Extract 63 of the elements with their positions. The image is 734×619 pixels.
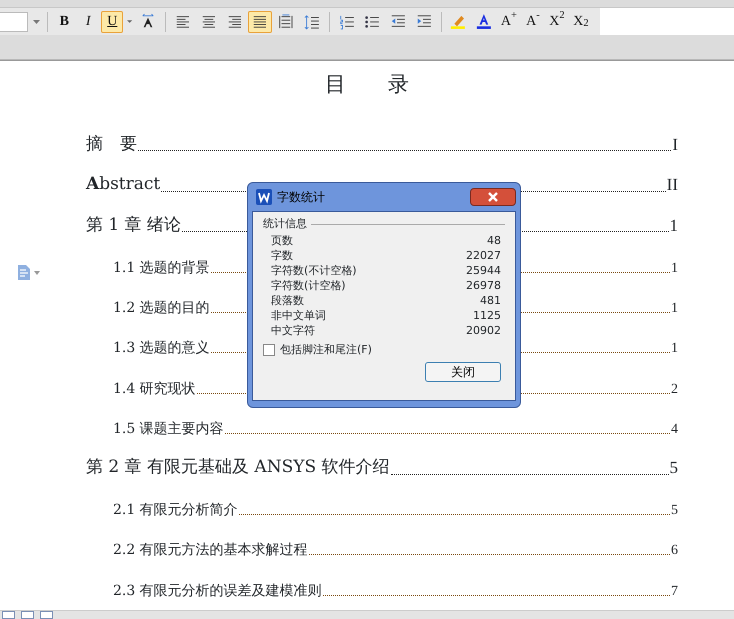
view-icon[interactable]	[40, 611, 53, 619]
format-button[interactable]: U	[101, 10, 124, 32]
page-number: 1	[670, 214, 678, 237]
toc-title: 目 录	[325, 72, 409, 96]
dialog-title: 字数统计	[277, 189, 325, 206]
toc-entry[interactable]: 1.4 研究现状	[113, 378, 196, 400]
format-button[interactable]: X$_{2}$	[570, 10, 592, 32]
stat-label: 段落数	[271, 292, 304, 308]
stat-value: 20902	[466, 322, 501, 338]
toc-entry[interactable]: 1.2 选题的目的	[113, 298, 210, 319]
stat-label: 非中文单词	[271, 308, 326, 322]
page-number: 2	[671, 380, 678, 399]
stat-value: 48	[487, 232, 501, 248]
justify-button[interactable]	[248, 10, 272, 32]
view-icon[interactable]	[21, 611, 34, 619]
toc-entry[interactable]: Abstract	[86, 172, 160, 198]
stat-value: 22027	[466, 248, 501, 262]
stat-value: 26978	[466, 278, 501, 292]
stat-value: 25944	[466, 262, 501, 278]
checkbox-label: 包括脚注和尾注(F)	[280, 342, 372, 358]
format-button[interactable]: A$^{-}$	[522, 10, 544, 32]
toc-entry[interactable]: 1.1 选题的背景	[113, 258, 210, 279]
caret-icon	[127, 20, 133, 23]
page-number: 1	[671, 260, 678, 278]
close-dialog-button[interactable]: 关闭	[425, 362, 501, 382]
toc-entry[interactable]: 1.5 课题主要内容	[113, 419, 224, 440]
toc-entry[interactable]: 2.1 有限元分析简介	[113, 500, 238, 521]
view-icon[interactable]	[2, 611, 15, 619]
format-button[interactable]: X$^{2}$	[546, 10, 568, 32]
app-logo-icon	[256, 189, 272, 205]
stat-label: 中文字符	[271, 322, 315, 338]
page-number: 6	[671, 542, 678, 560]
caret-icon[interactable]	[34, 270, 40, 274]
page-number: 1	[671, 340, 678, 358]
font-color-icon	[476, 12, 492, 31]
close-icon	[488, 192, 498, 202]
toc-entry[interactable]: 第 1 章 绪论	[86, 212, 182, 238]
page-number: 7	[671, 582, 678, 601]
page-number: 4	[671, 421, 678, 440]
toc-entry[interactable]: 摘 要	[86, 132, 137, 158]
page-number: 1	[671, 300, 678, 318]
format-button[interactable]: I	[77, 10, 100, 32]
stat-label: 页数	[271, 232, 293, 248]
distribute-icon	[278, 12, 294, 31]
toc-entry[interactable]: 2.2 有限元方法的基本求解过程	[113, 540, 308, 562]
stat-value: 1125	[473, 308, 501, 322]
page-number: I	[672, 134, 678, 156]
format-button[interactable]: A$^{+}$	[498, 10, 520, 32]
toc-entry[interactable]: 1.3 选题的意义	[113, 338, 210, 360]
stat-value: 481	[480, 292, 501, 308]
page-number: 5	[670, 457, 678, 480]
page-number: II	[666, 174, 678, 196]
group-label: 统计信息	[263, 216, 307, 232]
checkbox[interactable]	[263, 344, 275, 356]
page-number: 5	[671, 502, 678, 520]
toc-entry[interactable]: 2.3 有限元分析的误差及建模准则	[113, 580, 322, 602]
close-button[interactable]	[470, 188, 516, 206]
stat-label: 字数	[271, 248, 293, 262]
format-button[interactable]: B	[53, 10, 76, 32]
font-size-field[interactable]	[0, 12, 28, 32]
stat-label: 字符数(计空格)	[271, 278, 346, 292]
toc-entry[interactable]: 第 2 章 有限元基础及 ANSYS 软件介绍	[86, 455, 390, 481]
stat-label: 字符数(不计空格)	[271, 262, 357, 278]
